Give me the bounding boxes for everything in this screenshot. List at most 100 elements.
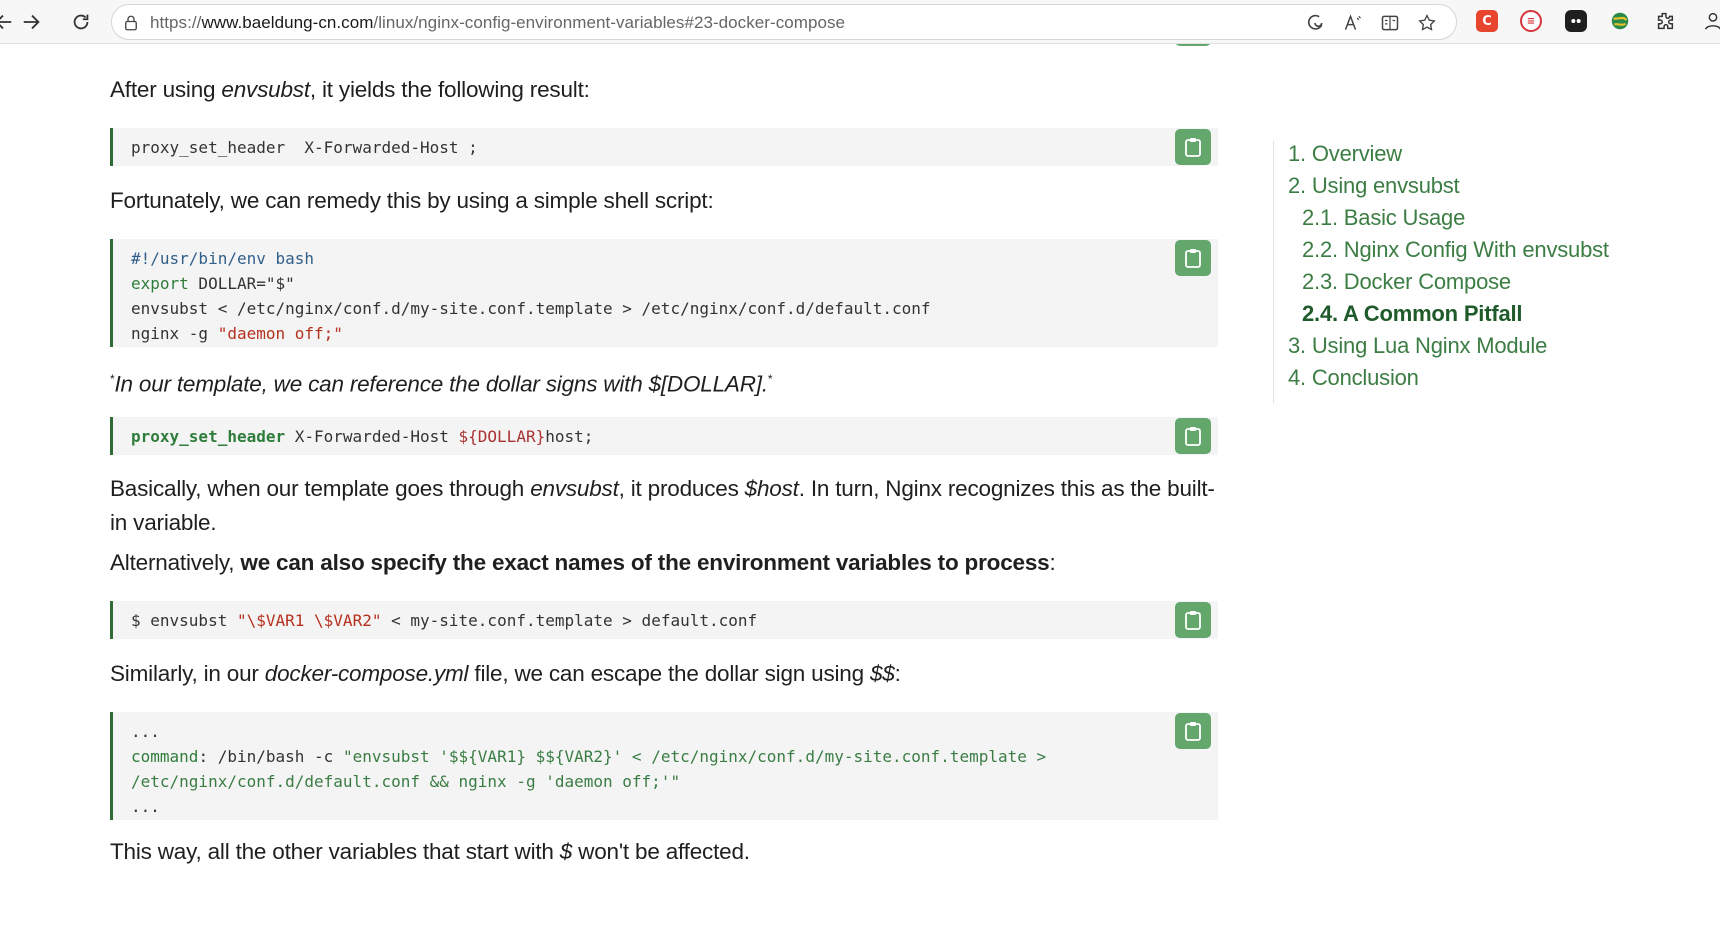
code-content: ... command: /bin/bash -c "envsubst '$${… xyxy=(113,712,1218,819)
immersive-reader-icon xyxy=(1381,15,1399,31)
text: Similarly, in our xyxy=(110,661,265,686)
code-block-compose-command: ... command: /bin/bash -c "envsubst '$${… xyxy=(110,712,1218,820)
favorite-button[interactable] xyxy=(1416,12,1438,34)
code-keyword: export xyxy=(131,274,189,293)
text: : xyxy=(1049,550,1056,575)
code-content: $ envsubst "\$VAR1 \$VAR2" < my-site.con… xyxy=(113,601,1218,633)
code-string: "\$VAR1 \$VAR2" xyxy=(236,611,382,630)
code-block-dollar-header: proxy_set_header X-Forwarded-Host ${DOLL… xyxy=(110,417,1218,455)
paragraph-docker-compose: Similarly, in our docker-compose.yml fil… xyxy=(110,657,1190,691)
favorite-star-icon xyxy=(1418,13,1436,31)
code-variable: ${DOLLAR} xyxy=(458,427,546,446)
code-keyword: command xyxy=(131,747,199,766)
url-host: www.baeldung-cn.com xyxy=(201,13,374,32)
paragraph-template-note: *In our template, we can reference the d… xyxy=(110,362,1190,402)
immersive-reader-button[interactable] xyxy=(1379,12,1401,34)
lock-icon[interactable] xyxy=(122,14,140,32)
reload-button[interactable] xyxy=(64,6,98,38)
copy-code-button[interactable] xyxy=(1175,418,1211,454)
article-viewport: After using envsubst, it yields the foll… xyxy=(0,44,1720,950)
browser-toolbar: https://www.baeldung-cn.com/linux/nginx-… xyxy=(0,0,1720,44)
clipboard-icon xyxy=(1185,611,1201,630)
clipboard-icon xyxy=(1185,722,1201,741)
code-text: ... xyxy=(131,722,160,741)
paragraph-this-way: This way, all the other variables that s… xyxy=(110,835,1190,869)
text: Basically, when our template goes throug… xyxy=(110,476,531,501)
clipboard-icon xyxy=(1185,138,1201,157)
bold-text: we can also specify the exact names of t… xyxy=(240,550,1050,575)
paragraph-alternatively: Alternatively, we can also specify the e… xyxy=(110,546,1190,580)
toc-item-conclusion[interactable]: 4. Conclusion xyxy=(1288,365,1419,391)
edge-sidebar-icon xyxy=(1307,14,1323,30)
code-block-proxy-header: proxy_set_header X-Forwarded-Host ; xyxy=(110,128,1218,166)
code-text: host; xyxy=(545,427,594,446)
toc-item-basic-usage[interactable]: 2.1. Basic Usage xyxy=(1302,205,1465,231)
extensions-button[interactable] xyxy=(1654,10,1676,32)
code-text: DOLLAR="$" xyxy=(188,274,295,293)
inline-code-term: $$ xyxy=(869,661,895,686)
url-text[interactable]: https://www.baeldung-cn.com/linux/nginx-… xyxy=(150,13,845,33)
extension-c-icon[interactable]: C xyxy=(1476,10,1498,32)
code-string: "envsubst '$${VAR1} $${VAR2}' < /etc/ngi… xyxy=(342,747,1047,766)
paragraph-remedy: Fortunately, we can remedy this by using… xyxy=(110,188,714,213)
address-bar[interactable]: https://www.baeldung-cn.com/linux/nginx-… xyxy=(111,4,1457,40)
table-of-contents: 1. Overview 2. Using envsubst 2.1. Basic… xyxy=(1273,141,1693,403)
code-block-shell-script: #!/usr/bin/env bash export DOLLAR="$" en… xyxy=(110,239,1218,347)
code-text: X-Forwarded-Host xyxy=(285,427,459,446)
code-text: < my-site.conf.template > default.conf xyxy=(381,611,758,630)
extension-globe-icon[interactable] xyxy=(1609,10,1631,32)
code-content: proxy_set_header X-Forwarded-Host ${DOLL… xyxy=(113,417,1218,449)
italic-note: In our template, we can reference the do… xyxy=(114,371,768,397)
paragraph-envsubst-result: After using envsubst, it yields the foll… xyxy=(110,73,1190,107)
profile-icon[interactable] xyxy=(1702,10,1720,32)
code-text: ... xyxy=(131,797,160,816)
text: This way, all the other variables that s… xyxy=(110,839,560,864)
copy-code-button[interactable] xyxy=(1175,602,1211,638)
toc-item-using-envsubst[interactable]: 2. Using envsubst xyxy=(1288,173,1460,199)
extension-red-circle-icon[interactable]: ≡ xyxy=(1520,10,1542,32)
toc-item-overview[interactable]: 1. Overview xyxy=(1288,141,1402,167)
toc-item-lua-module[interactable]: 3. Using Lua Nginx Module xyxy=(1288,333,1547,359)
code-keyword: proxy_set_header xyxy=(131,427,286,446)
copy-code-button[interactable] xyxy=(1175,44,1211,46)
code-comment: #!/usr/bin/env bash xyxy=(131,249,315,268)
inline-code-term: $ xyxy=(559,839,573,864)
toc-item-docker-compose[interactable]: 2.3. Docker Compose xyxy=(1302,269,1511,295)
code-content: #!/usr/bin/env bash export DOLLAR="$" en… xyxy=(113,239,1218,346)
copy-code-button[interactable] xyxy=(1175,713,1211,749)
copy-code-button[interactable] xyxy=(1175,129,1211,165)
toc-item-common-pitfall[interactable]: 2.4. A Common Pitfall xyxy=(1302,301,1523,327)
asterisk: * xyxy=(767,372,773,386)
text: : xyxy=(894,661,901,686)
back-arrow-icon xyxy=(0,14,12,30)
code-text: nginx -g xyxy=(131,324,218,343)
code-line: proxy_set_header X-Forwarded-Host ; xyxy=(131,138,478,157)
text: Alternatively, xyxy=(110,550,241,575)
forward-arrow-icon xyxy=(23,14,40,30)
inline-code-term: envsubst xyxy=(221,77,310,102)
extension-dark-icon[interactable] xyxy=(1565,10,1587,32)
read-aloud-button[interactable] xyxy=(1342,12,1364,34)
text: file, we can escape the dollar sign usin… xyxy=(468,661,870,686)
inline-code-term: envsubst xyxy=(530,476,619,501)
code-text: envsubst < /etc/nginx/conf.d/my-site.con… xyxy=(131,299,931,318)
copy-code-button[interactable] xyxy=(1175,240,1211,276)
code-text: : /bin/bash -c xyxy=(198,747,343,766)
url-scheme: https:// xyxy=(150,13,202,32)
clipboard-icon xyxy=(1185,249,1201,268)
inline-code-term: $host xyxy=(744,476,799,501)
code-string: "daemon off;" xyxy=(217,324,343,343)
text: won't be affected. xyxy=(572,839,750,864)
inline-file-name: docker-compose.yml xyxy=(264,661,469,686)
read-aloud-icon xyxy=(1344,14,1361,30)
extensions-puzzle-icon xyxy=(1657,12,1674,30)
code-block-envsubst-vars: $ envsubst "\$VAR1 \$VAR2" < my-site.con… xyxy=(110,601,1218,639)
text: , it yields the following result: xyxy=(309,77,590,102)
reload-icon xyxy=(73,14,89,30)
toc-item-nginx-config[interactable]: 2.2. Nginx Config With envsubst xyxy=(1302,237,1609,263)
code-text: $ envsubst xyxy=(131,611,237,630)
edge-sidebar-button[interactable] xyxy=(1304,12,1326,34)
forward-button[interactable] xyxy=(15,6,49,38)
text: After using xyxy=(110,77,222,102)
code-string: /etc/nginx/conf.d/default.conf && nginx … xyxy=(131,772,681,791)
